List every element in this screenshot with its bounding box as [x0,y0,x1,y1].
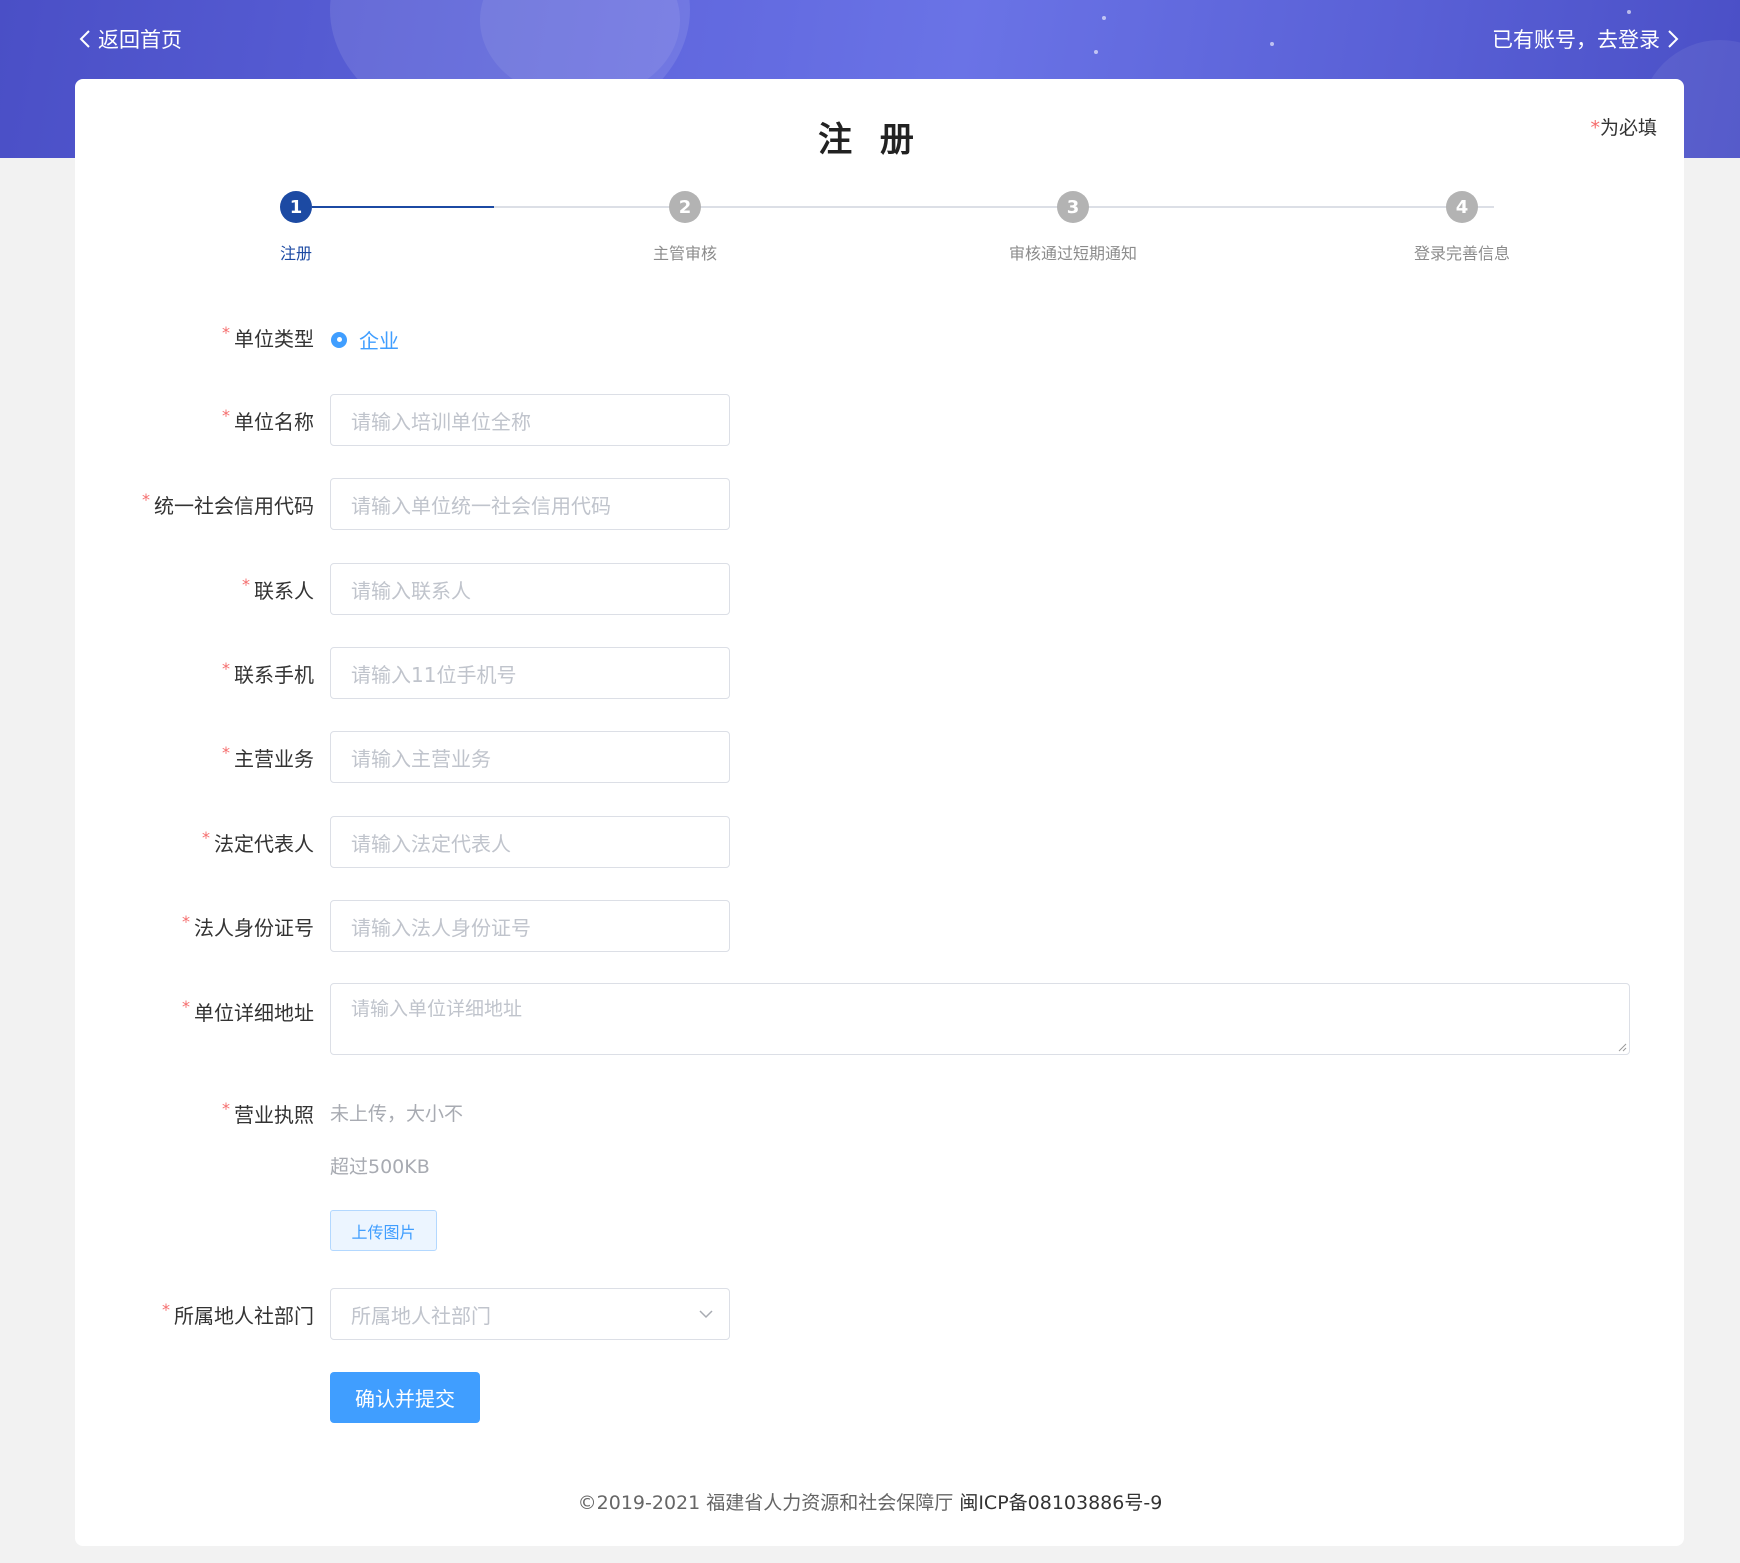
legal-rep-label: * 法定代表人 [202,828,314,856]
phone-label: * 联系手机 [222,659,314,687]
radio-checked-icon [331,331,347,348]
legal-id-label: * 法人身份证号 [182,912,314,940]
upload-image-button[interactable]: 上传图片 [330,1210,437,1251]
department-select[interactable]: 所属地人社部门 [330,1288,730,1340]
register-card [75,79,1684,1546]
business-input[interactable]: 请输入主营业务 [330,731,730,783]
step-3-circle: 3 [1057,191,1089,223]
unit-name-input[interactable]: 请输入培训单位全称 [330,394,730,446]
resize-handle-icon[interactable] [1617,1042,1627,1052]
step-3-label: 审核通过短期通知 [1008,244,1138,263]
submit-button[interactable]: 确认并提交 [330,1372,480,1423]
business-label: * 主营业务 [222,743,314,771]
footer: ©2019-2021 福建省人力资源和社会保障厅 闽ICP备08103886号-… [0,1488,1740,1515]
step-line-active [312,206,494,208]
license-hint-line1: 未上传，大小不 [330,1103,464,1125]
address-textarea[interactable]: 请输入单位详细地址 [330,983,1630,1055]
footer-icp-link[interactable]: 闽ICP备08103886号-9 [959,1492,1162,1514]
unit-type-option-label: 企业 [359,329,399,353]
unit-name-label: * 单位名称 [222,406,314,434]
step-line [494,206,1494,208]
step-4-label: 登录完善信息 [1413,244,1511,263]
license-label: * 营业执照 [222,1099,314,1127]
step-1-label: 注册 [279,244,313,263]
credit-code-label: * 统一社会信用代码 [142,490,314,518]
credit-code-input[interactable]: 请输入单位统一社会信用代码 [330,478,730,530]
phone-input[interactable]: 请输入11位手机号 [330,647,730,699]
license-hint-line2: 超过500KB [330,1156,430,1178]
step-2-circle: 2 [669,191,701,223]
step-4-circle: 4 [1446,191,1478,223]
footer-copyright: ©2019-2021 福建省人力资源和社会保障厅 [577,1492,954,1514]
legal-id-input[interactable]: 请输入法人身份证号 [330,900,730,952]
unit-type-radio-enterprise[interactable]: 企业 [331,325,399,354]
contact-input[interactable]: 请输入联系人 [330,563,730,615]
step-2-label: 主管审核 [652,244,718,263]
unit-type-label: * 单位类型 [222,323,314,351]
chevron-down-icon [699,1310,713,1319]
address-label: * 单位详细地址 [182,997,314,1025]
department-label: * 所属地人社部门 [162,1300,314,1328]
contact-label: * 联系人 [242,575,314,603]
legal-rep-input[interactable]: 请输入法定代表人 [330,816,730,868]
progress-steps: 1 2 3 4 注册 主管审核 审核通过短期通知 登录完善信息 [0,0,1740,270]
address-placeholder: 请输入单位详细地址 [351,998,523,1020]
step-1-circle: 1 [280,191,312,223]
department-placeholder: 所属地人社部门 [351,1303,491,1328]
